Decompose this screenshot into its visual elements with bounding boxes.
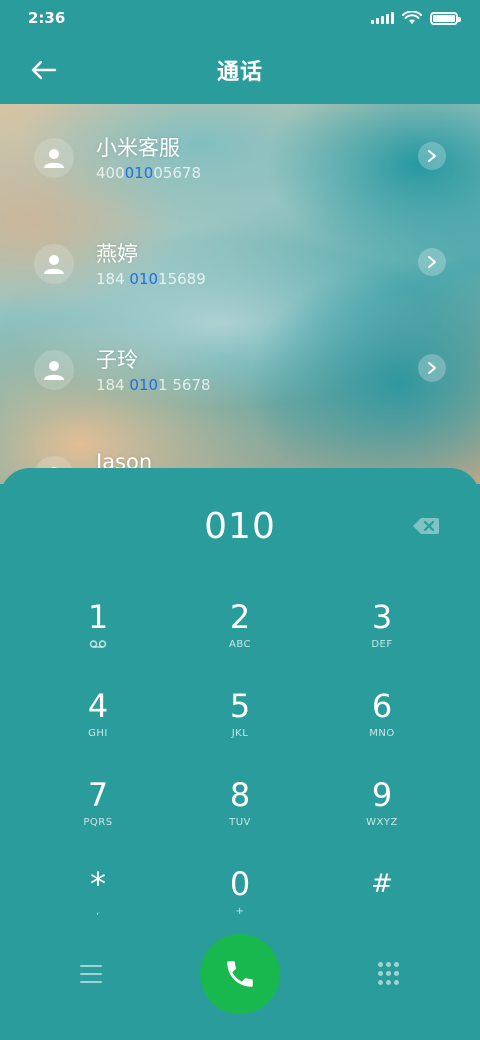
key-digit: 9 xyxy=(371,776,393,814)
avatar xyxy=(34,244,74,284)
contact-name: 子玲 xyxy=(96,348,138,372)
contact-number: 40001005678 xyxy=(96,164,201,182)
number-match-highlight: 010 xyxy=(129,376,159,394)
avatar xyxy=(34,350,74,390)
key-digit: 0 xyxy=(229,865,251,903)
dialpad-toggle-button[interactable] xyxy=(378,962,400,986)
key-letters: DEF xyxy=(371,638,393,650)
keypad: 1 2 ABC 3 DEF 4 GHI 5 JKL 6 MNO 7 PQRS 8… xyxy=(0,590,480,946)
chevron-right-icon xyxy=(428,150,436,162)
contact-result-item[interactable]: 小米客服 40001005678 xyxy=(0,104,480,204)
backspace-icon xyxy=(413,518,439,534)
contact-name: 小米客服 xyxy=(96,136,180,160)
key-star[interactable]: * , xyxy=(27,857,169,946)
contact-number: 184 01015689 xyxy=(96,270,206,288)
key-2[interactable]: 2 ABC xyxy=(169,590,311,679)
key-digit: # xyxy=(371,869,393,899)
contact-name: 燕婷 xyxy=(96,242,138,266)
key-digit: 2 xyxy=(229,598,251,636)
status-bar: 2:36 xyxy=(0,0,480,36)
arrow-left-icon xyxy=(31,60,57,80)
key-9[interactable]: 9 WXYZ xyxy=(311,768,453,857)
back-button[interactable] xyxy=(24,52,64,88)
key-letters: JKL xyxy=(231,727,249,739)
contact-result-item[interactable]: 子玲 184 0101 5678 xyxy=(0,316,480,416)
status-icons xyxy=(371,11,461,25)
menu-icon-line xyxy=(80,965,102,967)
chevron-right-icon xyxy=(428,362,436,374)
number-match-highlight: 010 xyxy=(124,164,154,182)
key-4[interactable]: 4 GHI xyxy=(27,679,169,768)
menu-button[interactable] xyxy=(78,962,104,986)
key-digit: 7 xyxy=(87,776,109,814)
phone-icon xyxy=(227,961,253,987)
key-letters: GHI xyxy=(88,727,108,739)
key-letters: TUV xyxy=(229,816,251,828)
key-digit: 8 xyxy=(229,776,251,814)
key-letters: PQRS xyxy=(83,816,113,828)
contact-result-item[interactable]: 燕婷 184 01015689 xyxy=(0,210,480,310)
contact-detail-button[interactable] xyxy=(418,354,446,382)
key-digit: * xyxy=(90,865,106,903)
key-letters: ABC xyxy=(228,638,251,650)
key-letters: WXYZ xyxy=(366,816,398,828)
dialpad-bottom-bar xyxy=(0,934,480,1018)
number-match-highlight: 010 xyxy=(129,270,159,288)
call-button[interactable] xyxy=(200,934,280,1014)
key-digit: 1 xyxy=(87,598,109,636)
menu-icon-line xyxy=(80,981,102,983)
key-letters: , xyxy=(96,905,100,917)
key-digit: 4 xyxy=(87,687,109,725)
person-icon xyxy=(44,149,64,168)
key-letters: MNO xyxy=(369,727,395,739)
header: 通话 xyxy=(0,36,480,104)
key-letters: + xyxy=(235,905,245,917)
voicemail-icon xyxy=(89,638,107,650)
key-3[interactable]: 3 DEF xyxy=(311,590,453,679)
key-digit: 5 xyxy=(229,687,251,725)
status-time: 2:36 xyxy=(28,9,66,27)
menu-icon-line xyxy=(80,973,102,975)
delete-button[interactable] xyxy=(412,516,440,536)
dialed-number: 010 xyxy=(204,506,276,547)
key-digit: 6 xyxy=(371,687,393,725)
person-icon xyxy=(44,361,64,380)
key-1[interactable]: 1 xyxy=(27,590,169,679)
avatar xyxy=(34,138,74,178)
signal-icon xyxy=(371,12,394,24)
key-8[interactable]: 8 TUV xyxy=(169,768,311,857)
contact-results: 小米客服 40001005678 燕婷 184 01015689 子玲 184 … xyxy=(0,104,480,484)
key-0[interactable]: 0 + xyxy=(169,857,311,946)
contact-detail-button[interactable] xyxy=(418,248,446,276)
key-digit: 3 xyxy=(371,598,393,636)
dialpad-panel: 010 1 2 ABC 3 DEF 4 GHI 5 JKL 6 MNO 7 PQ… xyxy=(0,468,480,1040)
key-hash[interactable]: # xyxy=(311,857,453,946)
key-7[interactable]: 7 PQRS xyxy=(27,768,169,857)
contact-detail-button[interactable] xyxy=(418,142,446,170)
wifi-icon xyxy=(402,11,422,24)
page-title: 通话 xyxy=(216,60,263,85)
key-6[interactable]: 6 MNO xyxy=(311,679,453,768)
contact-number: 184 0101 5678 xyxy=(96,376,211,394)
chevron-right-icon xyxy=(428,256,436,268)
battery-icon xyxy=(430,11,461,25)
key-5[interactable]: 5 JKL xyxy=(169,679,311,768)
person-icon xyxy=(44,255,64,274)
